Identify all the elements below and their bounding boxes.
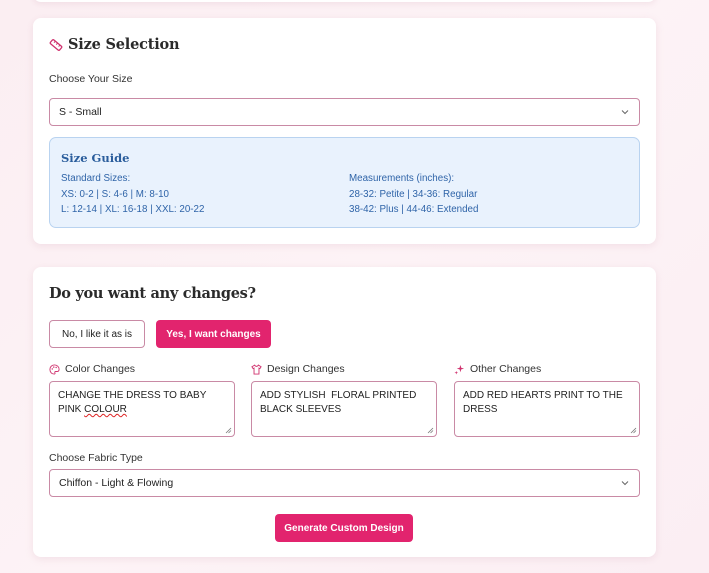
design-changes-label-row: Design Changes bbox=[251, 363, 345, 375]
palette-icon bbox=[49, 363, 60, 375]
other-changes-text: ADD RED HEARTS PRINT TO THE DRESS bbox=[463, 390, 623, 415]
measurements-heading: Measurements (inches): bbox=[349, 173, 455, 184]
measurements-line-1: 28-32: Petite | 34-36: Regular bbox=[349, 188, 478, 200]
size-select[interactable]: S - Small bbox=[49, 98, 640, 126]
chevron-down-icon bbox=[621, 110, 629, 115]
standard-sizes-line-1: XS: 0-2 | S: 4-6 | M: 8-10 bbox=[61, 188, 170, 200]
standard-sizes-column: Standard Sizes: XS: 0-2 | S: 4-6 | M: 8-… bbox=[61, 171, 204, 218]
color-changes-text: CHANGE THE DRESS TO BABY PINK bbox=[58, 390, 207, 415]
yes-changes-button[interactable]: Yes, I want changes bbox=[156, 320, 271, 348]
color-changes-label: Color Changes bbox=[65, 363, 136, 375]
tape-measure-icon bbox=[49, 38, 63, 51]
fabric-select-value: Chiffon - Light & Flowing bbox=[59, 477, 174, 489]
size-select-value: S - Small bbox=[59, 106, 102, 118]
resize-grip-icon[interactable] bbox=[427, 427, 434, 434]
standard-sizes-heading: Standard Sizes: bbox=[61, 173, 131, 184]
size-section-title: Size Selection bbox=[68, 36, 180, 53]
color-changes-textarea[interactable]: CHANGE THE DRESS TO BABY PINK COLOUR bbox=[49, 381, 235, 437]
shirt-icon bbox=[251, 363, 262, 375]
generate-custom-design-button[interactable]: Generate Custom Design bbox=[275, 514, 413, 542]
color-changes-misspelled-word: COLOUR bbox=[84, 404, 127, 415]
measurements-column: Measurements (inches): 28-32: Petite | 3… bbox=[349, 171, 478, 218]
chevron-down-icon bbox=[621, 481, 629, 486]
other-changes-label: Other Changes bbox=[470, 363, 542, 375]
size-selection-card: Size Selection Choose Your Size S - Smal… bbox=[33, 18, 656, 244]
size-guide-panel: Size Guide Standard Sizes: XS: 0-2 | S: … bbox=[49, 137, 640, 228]
changes-card: Do you want any changes? No, I like it a… bbox=[33, 267, 656, 557]
size-guide-title: Size Guide bbox=[61, 151, 130, 165]
sparkles-icon bbox=[454, 364, 465, 375]
size-section-heading: Size Selection bbox=[49, 36, 180, 53]
design-changes-label: Design Changes bbox=[267, 363, 345, 375]
changes-section-title: Do you want any changes? bbox=[49, 285, 256, 302]
fabric-select[interactable]: Chiffon - Light & Flowing bbox=[49, 469, 640, 497]
design-changes-textarea[interactable]: ADD STYLISH FLORAL PRINTED BLACK SLEEVES bbox=[251, 381, 437, 437]
resize-grip-icon[interactable] bbox=[225, 427, 232, 434]
no-changes-button[interactable]: No, I like it as is bbox=[49, 320, 145, 348]
standard-sizes-line-2: L: 12-14 | XL: 16-18 | XXL: 20-22 bbox=[61, 204, 205, 215]
previous-card-edge bbox=[33, 0, 656, 2]
other-changes-label-row: Other Changes bbox=[454, 363, 541, 375]
resize-grip-icon[interactable] bbox=[630, 427, 637, 434]
color-changes-label-row: Color Changes bbox=[49, 363, 135, 375]
other-changes-textarea[interactable]: ADD RED HEARTS PRINT TO THE DRESS bbox=[454, 381, 640, 437]
design-changes-text: ADD STYLISH FLORAL PRINTED BLACK SLEEVES bbox=[260, 390, 417, 415]
choose-size-label: Choose Your Size bbox=[49, 73, 133, 85]
fabric-type-label: Choose Fabric Type bbox=[49, 452, 143, 464]
measurements-line-2: 38-42: Plus | 44-46: Extended bbox=[349, 204, 479, 215]
